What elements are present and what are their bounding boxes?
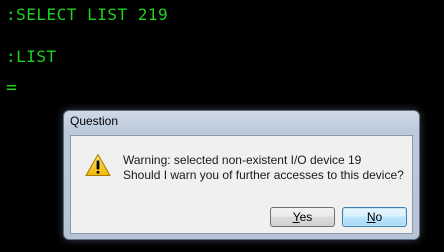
terminal-cursor-line: = <box>6 77 18 98</box>
no-label-rest: o <box>375 210 383 224</box>
dialog-client-area: Warning: selected non-existent I/O devic… <box>70 135 413 234</box>
dialog-message: Warning: selected non-existent I/O devic… <box>123 153 404 183</box>
yes-button[interactable]: Yes <box>270 207 335 227</box>
no-button[interactable]: No <box>342 207 407 227</box>
warning-icon <box>85 154 111 176</box>
terminal-line-command: :SELECT LIST 219 <box>6 5 169 24</box>
dialog-title: Question <box>70 114 119 128</box>
yes-mnemonic: Y <box>292 210 300 224</box>
terminal-line-list: :LIST <box>6 47 57 66</box>
message-line-question: Should I warn you of further accesses to… <box>123 168 404 182</box>
message-line-warning: Warning: selected non-existent I/O devic… <box>123 153 362 167</box>
dialog-titlebar[interactable]: Question <box>64 111 419 133</box>
yes-label-rest: es <box>299 210 313 224</box>
question-dialog: Question Warning: selected non-existent … <box>63 110 420 240</box>
